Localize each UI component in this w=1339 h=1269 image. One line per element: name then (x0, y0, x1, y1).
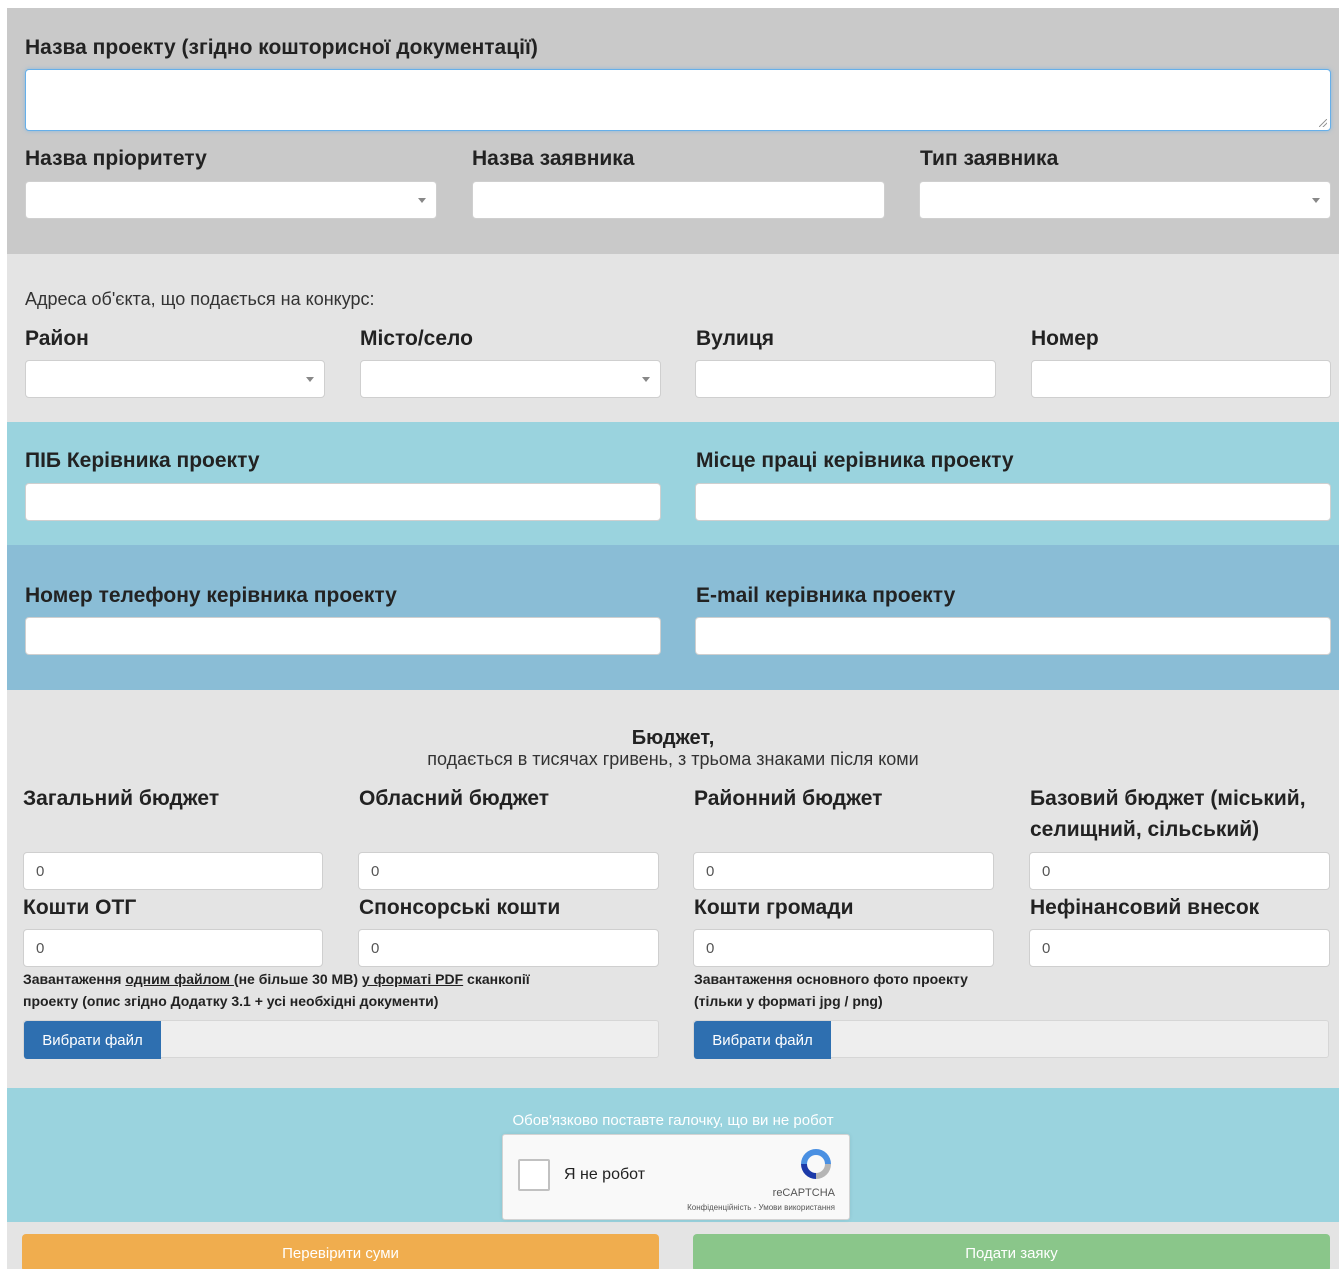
street-label: Вулиця (696, 327, 774, 350)
pdf-choose-file-button[interactable]: Вибрати файл (24, 1021, 161, 1059)
check-sums-button[interactable]: Перевірити суми (22, 1234, 659, 1269)
checkbox-icon[interactable] (518, 1159, 550, 1191)
photo-note-line2: (тільки у форматі jpg / png) (694, 993, 883, 1009)
budget-otg-input[interactable]: 0 (23, 929, 323, 967)
captcha-links[interactable]: Конфіденційність - Умови використання (687, 1203, 835, 1212)
budget-base-value: 0 (1042, 862, 1051, 880)
budget-regional-input[interactable]: 0 (358, 852, 659, 890)
photo-file-input[interactable]: Вибрати файл (693, 1020, 1329, 1059)
pdf-file-input[interactable]: Вибрати файл (23, 1020, 659, 1059)
budget-total-input[interactable]: 0 (23, 852, 323, 890)
district-select[interactable] (25, 360, 325, 398)
number-label: Номер (1031, 327, 1099, 350)
budget-nonfinancial-value: 0 (1042, 939, 1051, 957)
dropdown-caret-icon (418, 198, 426, 203)
manager-workplace-input[interactable] (695, 483, 1331, 521)
pdf-note-text: Завантаження (23, 971, 126, 987)
number-input[interactable] (1031, 360, 1331, 398)
budget-nonfinancial-label: Нефінансовий внесок (1030, 896, 1260, 919)
budget-base-label-line1: Базовий бюджет (міський, (1030, 787, 1306, 810)
manager-email-label: E-mail керівника проекту (696, 584, 956, 607)
dropdown-caret-icon (306, 377, 314, 382)
priority-label: Назва пріоритету (25, 147, 207, 170)
manager-phone-label: Номер телефону керівника проекту (25, 584, 397, 607)
captcha-hint: Обов'язково поставте галочку, що ви не р… (512, 1112, 834, 1129)
project-name-label: Назва проекту (згідно кошторисної докуме… (25, 36, 538, 59)
budget-otg-value: 0 (36, 939, 45, 957)
resize-handle-icon[interactable] (1319, 119, 1327, 127)
captcha-label: Я не робот (564, 1166, 646, 1183)
budget-district-label: Районний бюджет (694, 787, 883, 810)
budget-district-value: 0 (706, 862, 715, 880)
budget-total-value: 0 (36, 862, 45, 880)
applicant-type-select[interactable] (919, 181, 1331, 219)
photo-choose-file-button[interactable]: Вибрати файл (694, 1021, 831, 1059)
budget-regional-label: Обласний бюджет (359, 787, 550, 810)
submit-application-button[interactable]: Подати заяку (693, 1234, 1330, 1269)
budget-otg-label: Кошти ОТГ (23, 896, 137, 919)
budget-base-input[interactable]: 0 (1029, 852, 1330, 890)
address-intro: Адреса об'єкта, що подається на конкурс: (25, 289, 375, 309)
applicant-label: Назва заявника (472, 147, 635, 170)
budget-sponsor-input[interactable]: 0 (358, 929, 659, 967)
manager-phone-input[interactable] (25, 617, 661, 655)
budget-district-input[interactable]: 0 (693, 852, 994, 890)
pdf-note-description: проекту (опис згідно Додатку 3.1 + усі н… (23, 993, 439, 1009)
pdf-note-scan: сканкопії (463, 971, 530, 987)
photo-upload-note: Завантаження основного фото проекту (тіл… (694, 968, 1334, 1012)
budget-title: Бюджет, (631, 727, 715, 749)
captcha-brand: reCAPTCHA (772, 1187, 835, 1199)
manager-workplace-label: Місце праці керівника проекту (696, 449, 1014, 472)
pdf-upload-note: Завантаження одним файлом (не більше 30 … (23, 968, 663, 1012)
manager-name-input[interactable] (25, 483, 661, 521)
photo-note-line1: Завантаження основного фото проекту (694, 971, 968, 987)
manager-email-input[interactable] (695, 617, 1331, 655)
street-input[interactable] (695, 360, 996, 398)
manager-name-label: ПІБ Керівника проекту (25, 449, 260, 472)
city-select[interactable] (360, 360, 661, 398)
dropdown-caret-icon (1312, 198, 1320, 203)
pdf-note-size: (не більше 30 МВ) (233, 971, 362, 987)
budget-community-value: 0 (706, 939, 715, 957)
applicant-type-label: Тип заявника (920, 147, 1059, 170)
recaptcha-widget: Я не робот reCAPTCHA Конфіденційність - … (502, 1134, 850, 1220)
budget-regional-value: 0 (371, 862, 380, 880)
city-label: Місто/село (360, 327, 473, 350)
district-label: Район (25, 327, 89, 350)
budget-sponsor-value: 0 (371, 939, 380, 957)
project-name-textarea[interactable] (25, 69, 1331, 131)
pdf-note-single-file: одним файлом (125, 971, 234, 987)
budget-subtitle: подається в тисячах гривень, з трьома зн… (427, 749, 919, 769)
budget-community-input[interactable]: 0 (693, 929, 994, 967)
budget-community-label: Кошти громади (694, 896, 854, 919)
pdf-note-format: у форматі PDF (361, 971, 464, 987)
budget-sponsor-label: Спонсорські кошти (359, 896, 561, 919)
dropdown-caret-icon (642, 377, 650, 382)
priority-select[interactable] (25, 181, 437, 219)
budget-nonfinancial-input[interactable]: 0 (1029, 929, 1330, 967)
recaptcha-logo-icon (801, 1149, 831, 1179)
budget-total-label: Загальний бюджет (23, 787, 220, 810)
applicant-input[interactable] (472, 181, 885, 219)
budget-base-label-line2: селищний, сільський) (1030, 818, 1260, 841)
